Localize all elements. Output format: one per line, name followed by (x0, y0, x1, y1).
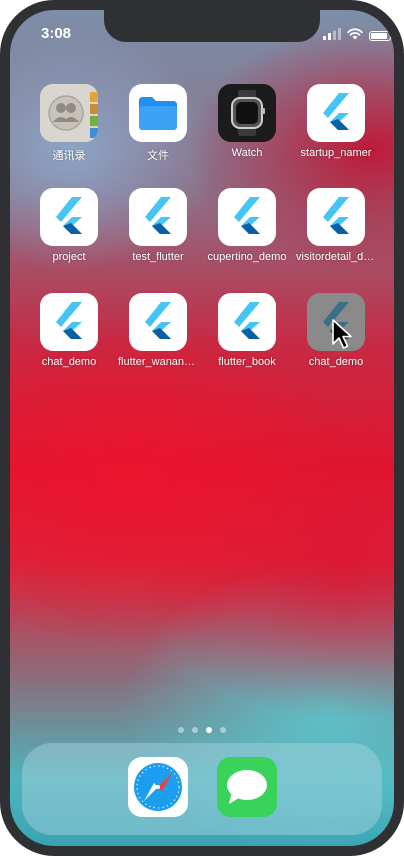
app-chat-demo[interactable]: chat_demo (29, 293, 109, 368)
messages-bubble-icon (217, 757, 277, 817)
app-watch[interactable]: Watch (207, 84, 287, 159)
wifi-icon (347, 27, 363, 45)
flutter-logo-icon (218, 293, 276, 351)
app-visitordetail-demo[interactable]: visitordetail_demo (296, 188, 376, 263)
app-cupertino-demo[interactable]: cupertino_demo (207, 188, 287, 263)
flutter-logo-icon (40, 188, 98, 246)
dock-app-safari[interactable] (128, 757, 188, 817)
page-dot (178, 727, 184, 733)
flutter-logo-icon (307, 188, 365, 246)
cellular-signal-icon (323, 27, 341, 45)
battery-icon (369, 31, 394, 41)
notch (104, 10, 320, 42)
flutter-logo-icon (218, 188, 276, 246)
flutter-logo-icon (129, 293, 187, 351)
app-label: chat_demo (41, 356, 97, 368)
contacts-icon (40, 84, 98, 142)
app-startup-namer[interactable]: startup_namer (296, 84, 376, 159)
flutter-logo-icon (129, 188, 187, 246)
page-dot (192, 727, 198, 733)
flutter-logo-icon (307, 84, 365, 142)
app-label: visitordetail_demo (296, 251, 376, 263)
dock (22, 743, 382, 835)
battery-level (371, 33, 387, 39)
app-label: 文件 (147, 150, 169, 162)
page-indicator[interactable] (178, 727, 226, 733)
files-folder-icon (129, 84, 187, 142)
page-dot-active (206, 727, 212, 733)
app-label: test_flutter (132, 251, 184, 263)
phone-frame: 3:08 通讯录 文件 Watch startup_namer project … (0, 0, 404, 856)
app-project[interactable]: project (29, 188, 109, 263)
app-label: chat_demo (308, 356, 364, 368)
app-label: 通讯录 (52, 150, 86, 162)
app-flutter-wanandroid[interactable]: flutter_wanandr... (118, 293, 198, 368)
app-label: cupertino_demo (207, 251, 287, 263)
app-label: flutter_wanandr... (118, 356, 198, 368)
app-label: startup_namer (300, 147, 372, 159)
app-files[interactable]: 文件 (118, 84, 198, 163)
app-test-flutter[interactable]: test_flutter (118, 188, 198, 263)
status-indicators (323, 27, 394, 45)
watch-icon (218, 84, 276, 142)
app-flutter-book[interactable]: flutter_book (207, 293, 287, 368)
page-dot (220, 727, 226, 733)
safari-compass-icon (128, 757, 188, 817)
app-label: Watch (231, 147, 263, 159)
flutter-logo-icon (40, 293, 98, 351)
app-label: project (52, 251, 86, 263)
dock-app-messages[interactable] (217, 757, 277, 817)
app-contacts[interactable]: 通讯录 (29, 84, 109, 163)
home-screen: 3:08 通讯录 文件 Watch startup_namer project … (10, 10, 394, 846)
app-label: flutter_book (218, 356, 276, 368)
mouse-cursor-icon (331, 318, 355, 357)
status-time: 3:08 (41, 25, 72, 42)
